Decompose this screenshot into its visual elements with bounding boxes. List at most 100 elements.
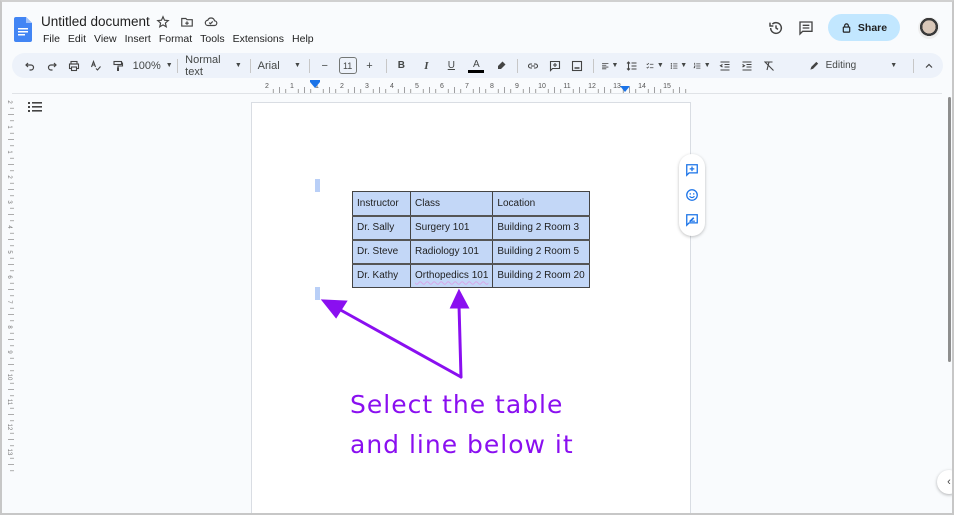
add-comment-icon [550,60,561,72]
chevron-up-icon [925,63,933,68]
right-indent-marker[interactable] [620,86,630,92]
divider [517,58,519,73]
document-title[interactable]: Untitled document [41,14,150,29]
version-history-icon[interactable] [768,20,784,36]
docs-logo-icon[interactable] [14,17,32,42]
document-table[interactable]: Instructor Class Location Dr. Sally Surg… [352,191,591,288]
print-button[interactable] [66,56,82,76]
ruler-tick-label: 8 [490,83,494,90]
table-header-row: Instructor Class Location [352,191,591,216]
table-cell[interactable]: Dr. Sally [352,214,411,240]
divider [913,58,914,73]
text-color-button[interactable]: A [468,59,485,73]
share-button[interactable]: Share [828,14,900,41]
bulleted-list-button[interactable]: ▼ [670,56,687,76]
font-select[interactable]: Arial ▼ [258,56,301,76]
checklist-button[interactable]: ▼ [646,56,664,76]
chevron-down-icon: ▼ [703,62,711,69]
style-select[interactable]: Normal text ▼ [185,54,242,78]
first-line-indent-marker[interactable] [310,80,320,82]
table-cell[interactable]: Dr. Kathy [352,262,411,288]
editing-mode-select[interactable]: Editing ▼ [809,60,897,71]
zoom-value: 100% [132,59,161,72]
font-size-input[interactable]: 11 [338,57,357,74]
floating-actions [679,154,705,236]
ruler-tick-label: 6 [440,83,444,90]
image-icon [572,60,583,71]
increase-font-size-button[interactable]: + [362,56,378,76]
chevron-down-icon: ▼ [234,62,242,69]
table-cell[interactable]: Building 2 Room 20 [492,262,591,288]
clear-formatting-button[interactable] [761,56,777,76]
ruler-tick-label: 5 [6,250,12,254]
ruler-tick-label: 2 [6,175,12,179]
cloud-saved-icon[interactable] [204,15,218,29]
ruler-tick-label: 12 [588,83,596,90]
horizontal-ruler[interactable]: 2 1 1 2 3 4 5 6 7 8 9 10 11 12 13 14 15 [250,80,692,94]
move-to-folder-icon[interactable] [180,15,194,29]
table-cell[interactable]: Class [409,191,494,216]
align-button[interactable]: ▼ [601,56,618,76]
redo-button[interactable] [44,56,60,76]
chevron-down-icon: ▼ [656,62,664,69]
selected-empty-line-below[interactable] [315,287,320,300]
divider [308,58,310,73]
emoji-reaction-icon[interactable] [685,188,699,202]
table-cell[interactable]: Dr. Steve [352,238,411,264]
suggest-edits-icon[interactable] [685,213,699,227]
spellcheck-button[interactable] [88,56,104,76]
add-comment-icon[interactable] [685,163,699,178]
table-cell[interactable]: Building 2 Room 3 [492,214,591,240]
italic-button[interactable]: I [418,56,434,76]
menu-file[interactable]: File [42,33,64,45]
vertical-scrollbar[interactable] [948,97,951,362]
menu-help[interactable]: Help [288,33,318,45]
menu-view[interactable]: View [90,33,121,45]
menu-insert[interactable]: Insert [121,33,155,45]
bulleted-list-icon [670,62,678,69]
table-cell[interactable]: Surgery 101 [409,214,494,240]
ruler-tick-label: 4 [390,83,394,90]
ruler-tick-label: 1 [290,83,294,90]
ruler-tick-label: 10 [538,83,546,90]
misspelled-word[interactable]: Orthopedics 101 [415,270,488,281]
table-cell[interactable]: Radiology 101 [409,238,494,264]
paint-format-button[interactable] [110,56,126,76]
insert-image-button[interactable] [569,56,585,76]
document-outline-icon[interactable] [28,101,42,113]
decrease-indent-button[interactable] [717,56,733,76]
add-comment-button[interactable] [547,56,563,76]
menu-extensions[interactable]: Extensions [229,33,288,45]
increase-indent-button[interactable] [739,56,755,76]
decrease-font-size-button[interactable]: − [317,56,333,76]
ruler-tick-label: 2 [340,83,344,90]
bold-button[interactable]: B [393,56,409,76]
paint-format-icon [113,60,124,71]
table-cell[interactable]: Orthopedics 101 [409,262,494,288]
highlight-color-button[interactable] [493,56,509,76]
vertical-ruler[interactable]: 2112345678910111213 [4,94,14,514]
table-cell[interactable]: Instructor [352,191,411,216]
star-icon[interactable] [156,15,170,29]
annotation-line-2: and line below it [350,430,574,459]
menu-tools[interactable]: Tools [196,33,229,45]
underline-button[interactable]: U [443,56,459,76]
avatar[interactable] [918,16,940,39]
selected-empty-line-above[interactable] [315,179,320,192]
menu-format[interactable]: Format [155,33,196,45]
zoom-select[interactable]: 100% ▼ [132,56,173,76]
hide-menus-button[interactable] [921,56,937,76]
numbered-list-button[interactable]: ▼ [693,56,711,76]
decrease-indent-icon [719,60,730,71]
table-cell[interactable]: Location [492,191,591,216]
undo-button[interactable] [22,56,38,76]
table-cell[interactable]: Building 2 Room 5 [492,238,591,264]
comments-icon[interactable] [798,20,814,36]
insert-link-button[interactable] [525,56,541,76]
show-side-panel-button[interactable]: ‹ [937,470,952,494]
ruler-tick-label: 15 [663,83,671,90]
undo-icon [25,62,35,71]
line-spacing-button[interactable] [624,56,640,76]
checklist-icon [646,62,654,69]
menu-edit[interactable]: Edit [64,33,90,45]
